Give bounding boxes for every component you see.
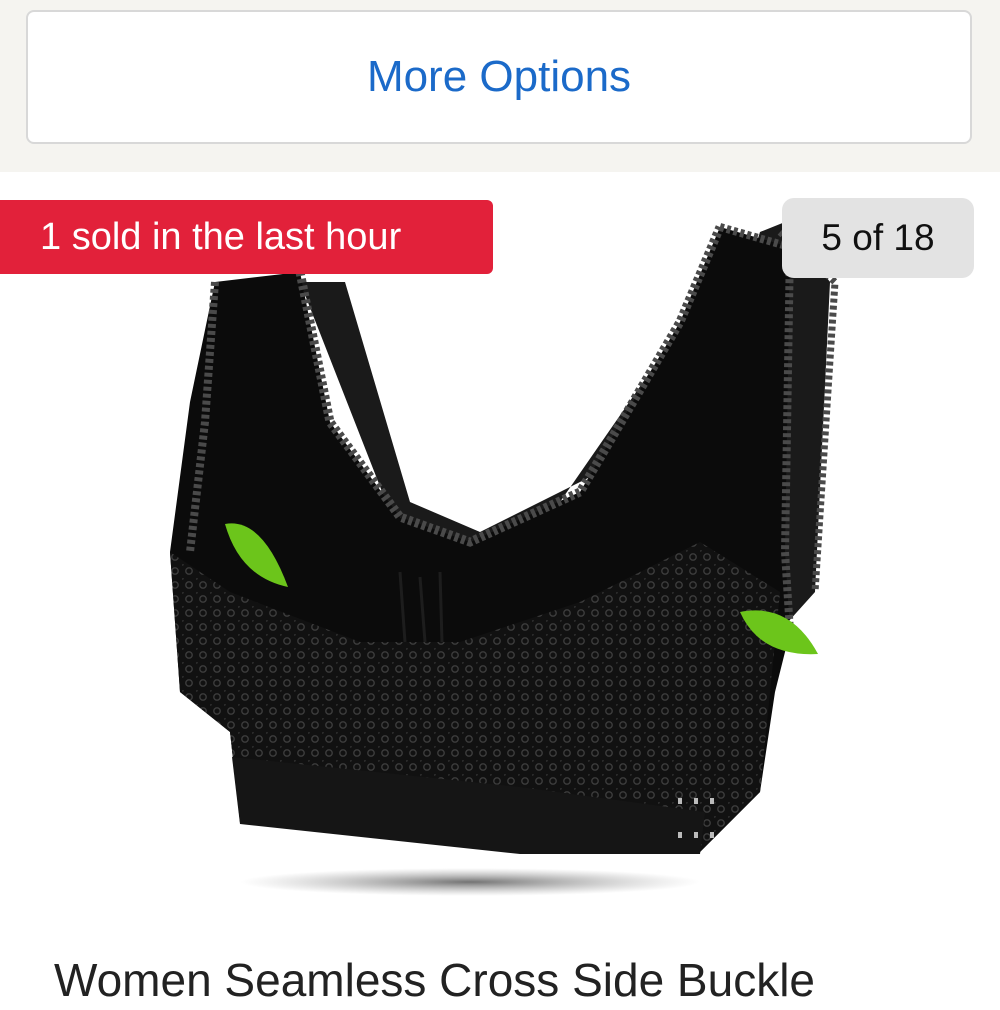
options-section: More Options [0, 0, 1000, 172]
sold-recently-badge: 1 sold in the last hour [0, 200, 493, 274]
more-options-button[interactable]: More Options [26, 10, 972, 144]
product-image-gallery[interactable] [0, 172, 1000, 942]
product-title: Women Seamless Cross Side Buckle [54, 954, 815, 1006]
product-image [170, 222, 839, 896]
image-counter-badge: 5 of 18 [782, 198, 974, 278]
